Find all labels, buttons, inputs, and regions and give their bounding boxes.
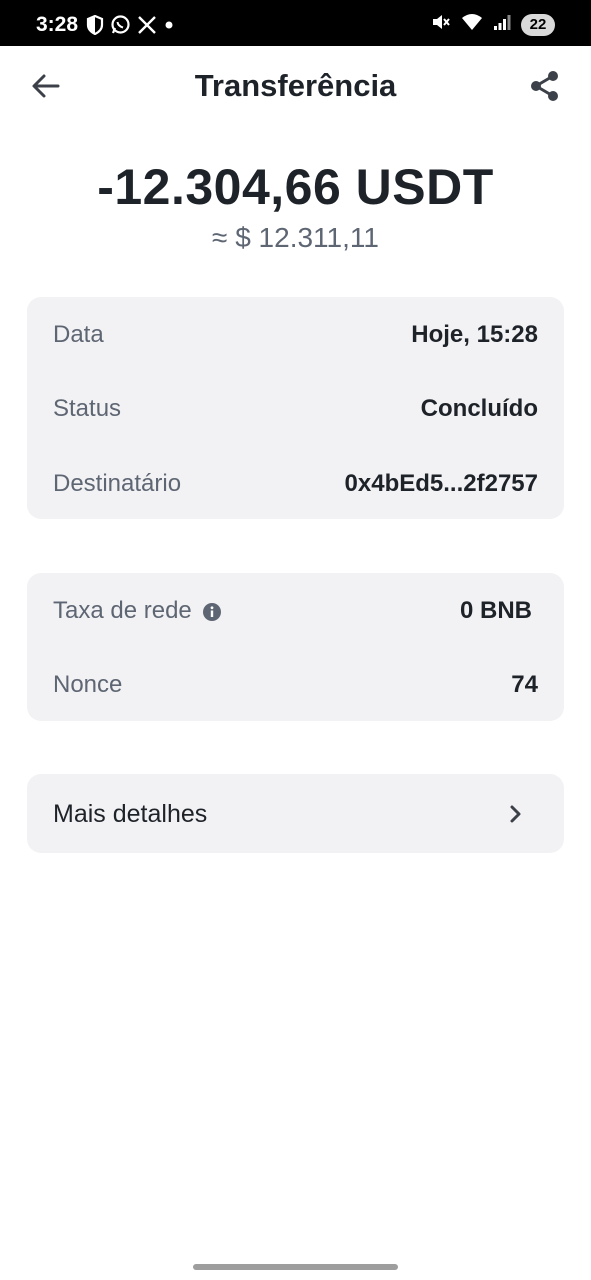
mute-icon: [431, 12, 451, 37]
network-fee-label: Taxa de rede: [53, 597, 192, 624]
more-details-button[interactable]: Mais detalhes: [27, 774, 564, 853]
date-row: Data Hoje, 15:28: [53, 315, 538, 355]
details-card: Data Hoje, 15:28 Status Concluído Destin…: [27, 297, 564, 519]
home-indicator[interactable]: [193, 1264, 398, 1270]
shield-icon: [86, 14, 104, 35]
signal-icon: [493, 13, 511, 36]
network-fee-label-group: Taxa de rede: [53, 597, 222, 625]
whatsapp-icon: [110, 14, 131, 35]
status-left-icons: [86, 14, 175, 35]
date-label: Data: [53, 321, 104, 348]
page-title: Transferência: [194, 68, 397, 103]
share-icon: [531, 71, 558, 101]
more-details-label: Mais detalhes: [53, 799, 208, 828]
chevron-right-icon: [504, 803, 526, 825]
wifi-icon: [461, 13, 483, 36]
status-label: Status: [53, 395, 122, 422]
nonce-value: 74: [511, 671, 538, 698]
network-fee-row: Taxa de rede 0 BNB: [53, 591, 538, 631]
status-value: Concluído: [420, 395, 538, 422]
battery-indicator: 22: [521, 13, 555, 36]
fees-card: Taxa de rede 0 BNB Nonce 74: [27, 573, 564, 721]
network-fee-value: 0 BNB: [459, 597, 532, 624]
nonce-label: Nonce: [53, 671, 123, 698]
date-value: Hoje, 15:28: [411, 321, 538, 348]
status-bar: 3:28 22: [0, 0, 591, 46]
x-icon: [137, 15, 157, 35]
more-details-row: Mais detalhes: [53, 794, 526, 834]
recipient-row[interactable]: Destinatário 0x4bEd5...2f2757: [53, 464, 538, 504]
status-right-icons: 22: [431, 12, 555, 37]
nonce-row: Nonce 74: [53, 665, 538, 705]
dot-icon: [163, 19, 175, 31]
transfer-amount: -12.304,66 USDT: [97, 159, 494, 215]
header: Transferência: [0, 46, 591, 126]
status-row: Status Concluído: [53, 389, 538, 429]
recipient-address[interactable]: 0x4bEd5...2f2757: [345, 470, 538, 498]
fiat-equivalent: ≈ $ 12.311,11: [212, 222, 379, 253]
status-time: 3:28: [36, 13, 79, 36]
info-icon[interactable]: [202, 601, 222, 621]
recipient-label: Destinatário: [53, 470, 182, 497]
share-button[interactable]: [529, 70, 561, 102]
